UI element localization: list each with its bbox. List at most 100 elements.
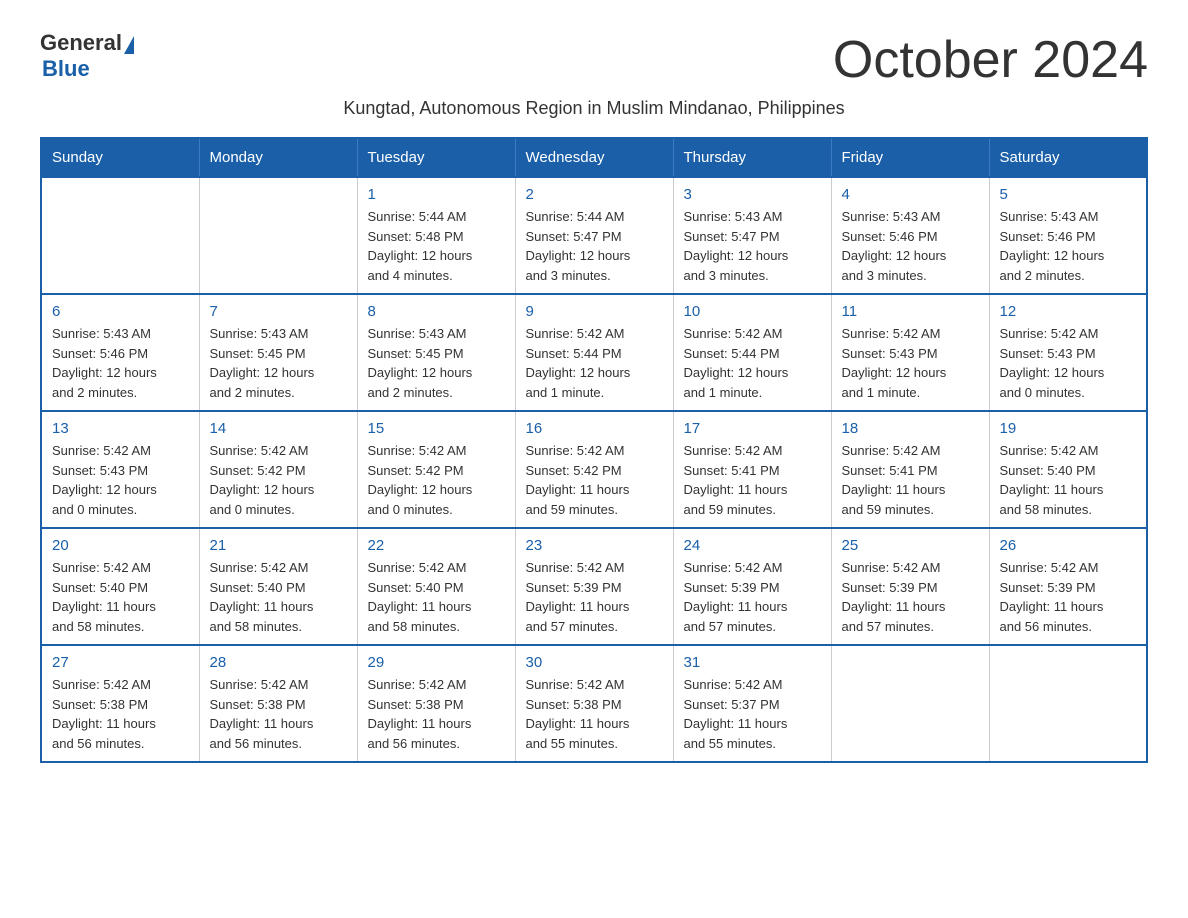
weekday-header-tuesday: Tuesday — [357, 138, 515, 177]
day-info: Sunrise: 5:42 AM Sunset: 5:38 PM Dayligh… — [368, 675, 505, 753]
day-info: Sunrise: 5:42 AM Sunset: 5:44 PM Dayligh… — [526, 324, 663, 402]
day-number: 6 — [52, 303, 189, 320]
calendar-cell: 14 Sunrise: 5:42 AM Sunset: 5:42 PM Dayli… — [199, 411, 357, 528]
calendar-cell: 24 Sunrise: 5:42 AM Sunset: 5:39 PM Dayli… — [673, 528, 831, 645]
day-number: 3 — [684, 186, 821, 203]
calendar-cell: 6 Sunrise: 5:43 AM Sunset: 5:46 PM Daylig… — [41, 294, 199, 411]
day-number: 13 — [52, 420, 189, 437]
calendar-week-5: 27Sunrise: 5:42 AM Sunset: 5:38 PM Dayli… — [41, 645, 1147, 762]
day-info: Sunrise: 5:42 AM Sunset: 5:38 PM Dayligh… — [52, 675, 189, 753]
day-info: Sunrise: 5:43 AM Sunset: 5:46 PM Dayligh… — [1000, 207, 1137, 285]
weekday-header-friday: Friday — [831, 138, 989, 177]
calendar-cell: 30 Sunrise: 5:42 AM Sunset: 5:38 PM Dayli… — [515, 645, 673, 762]
day-number: 25 — [842, 537, 979, 554]
day-info: Sunrise: 5:42 AM Sunset: 5:42 PM Dayligh… — [368, 441, 505, 519]
day-number: 11 — [842, 303, 979, 320]
day-info: Sunrise: 5:42 AM Sunset: 5:44 PM Dayligh… — [684, 324, 821, 402]
day-number: 10 — [684, 303, 821, 320]
calendar-cell — [989, 645, 1147, 762]
calendar-cell: 18Sunrise: 5:42 AM Sunset: 5:41 PM Dayli… — [831, 411, 989, 528]
day-info: Sunrise: 5:42 AM Sunset: 5:38 PM Dayligh… — [526, 675, 663, 753]
day-number: 2 — [526, 186, 663, 203]
calendar-cell: 26 Sunrise: 5:42 AM Sunset: 5:39 PM Dayli… — [989, 528, 1147, 645]
calendar-cell — [41, 177, 199, 294]
day-info: Sunrise: 5:42 AM Sunset: 5:43 PM Dayligh… — [52, 441, 189, 519]
day-number: 19 — [1000, 420, 1137, 437]
calendar-cell: 9 Sunrise: 5:42 AM Sunset: 5:44 PM Daylig… — [515, 294, 673, 411]
logo: General Blue — [40, 30, 134, 82]
day-info: Sunrise: 5:44 AM Sunset: 5:47 PM Dayligh… — [526, 207, 663, 285]
day-info: Sunrise: 5:42 AM Sunset: 5:38 PM Dayligh… — [210, 675, 347, 753]
day-number: 22 — [368, 537, 505, 554]
day-number: 9 — [526, 303, 663, 320]
day-info: Sunrise: 5:42 AM Sunset: 5:40 PM Dayligh… — [210, 558, 347, 636]
day-info: Sunrise: 5:43 AM Sunset: 5:46 PM Dayligh… — [52, 324, 189, 402]
logo-blue: Blue — [42, 56, 90, 82]
calendar-cell — [199, 177, 357, 294]
day-number: 5 — [1000, 186, 1137, 203]
calendar-cell: 13 Sunrise: 5:42 AM Sunset: 5:43 PM Dayli… — [41, 411, 199, 528]
calendar-cell: 20 Sunrise: 5:42 AM Sunset: 5:40 PM Dayli… — [41, 528, 199, 645]
calendar-cell: 17Sunrise: 5:42 AM Sunset: 5:41 PM Dayli… — [673, 411, 831, 528]
calendar-table: SundayMondayTuesdayWednesdayThursdayFrid… — [40, 137, 1148, 763]
logo-general: General — [40, 30, 122, 56]
day-info: Sunrise: 5:43 AM Sunset: 5:45 PM Dayligh… — [210, 324, 347, 402]
day-info: Sunrise: 5:42 AM Sunset: 5:42 PM Dayligh… — [210, 441, 347, 519]
calendar-cell: 27Sunrise: 5:42 AM Sunset: 5:38 PM Dayli… — [41, 645, 199, 762]
day-info: Sunrise: 5:42 AM Sunset: 5:43 PM Dayligh… — [1000, 324, 1137, 402]
calendar-cell: 21 Sunrise: 5:42 AM Sunset: 5:40 PM Dayli… — [199, 528, 357, 645]
day-number: 21 — [210, 537, 347, 554]
day-number: 15 — [368, 420, 505, 437]
calendar-cell: 31 Sunrise: 5:42 AM Sunset: 5:37 PM Dayli… — [673, 645, 831, 762]
calendar-cell: 29 Sunrise: 5:42 AM Sunset: 5:38 PM Dayli… — [357, 645, 515, 762]
weekday-header-thursday: Thursday — [673, 138, 831, 177]
day-number: 29 — [368, 654, 505, 671]
day-info: Sunrise: 5:42 AM Sunset: 5:39 PM Dayligh… — [526, 558, 663, 636]
day-info: Sunrise: 5:42 AM Sunset: 5:39 PM Dayligh… — [684, 558, 821, 636]
day-info: Sunrise: 5:43 AM Sunset: 5:46 PM Dayligh… — [842, 207, 979, 285]
weekday-header-saturday: Saturday — [989, 138, 1147, 177]
calendar-cell: 23 Sunrise: 5:42 AM Sunset: 5:39 PM Dayli… — [515, 528, 673, 645]
logo-triangle-icon — [124, 36, 134, 54]
day-info: Sunrise: 5:42 AM Sunset: 5:40 PM Dayligh… — [1000, 441, 1137, 519]
calendar-week-3: 13 Sunrise: 5:42 AM Sunset: 5:43 PM Dayli… — [41, 411, 1147, 528]
weekday-header-wednesday: Wednesday — [515, 138, 673, 177]
day-number: 26 — [1000, 537, 1137, 554]
day-info: Sunrise: 5:42 AM Sunset: 5:43 PM Dayligh… — [842, 324, 979, 402]
calendar-cell — [831, 645, 989, 762]
calendar-header-row: SundayMondayTuesdayWednesdayThursdayFrid… — [41, 138, 1147, 177]
calendar-week-1: 1Sunrise: 5:44 AM Sunset: 5:48 PM Daylig… — [41, 177, 1147, 294]
day-number: 18 — [842, 420, 979, 437]
day-number: 20 — [52, 537, 189, 554]
day-number: 23 — [526, 537, 663, 554]
day-number: 24 — [684, 537, 821, 554]
page-title: October 2024 — [833, 30, 1148, 90]
day-number: 28 — [210, 654, 347, 671]
day-number: 1 — [368, 186, 505, 203]
page-header: General Blue October 2024 — [40, 30, 1148, 90]
day-info: Sunrise: 5:43 AM Sunset: 5:45 PM Dayligh… — [368, 324, 505, 402]
day-number: 30 — [526, 654, 663, 671]
calendar-cell: 11 Sunrise: 5:42 AM Sunset: 5:43 PM Dayli… — [831, 294, 989, 411]
day-info: Sunrise: 5:42 AM Sunset: 5:40 PM Dayligh… — [368, 558, 505, 636]
calendar-cell: 12Sunrise: 5:42 AM Sunset: 5:43 PM Dayli… — [989, 294, 1147, 411]
day-info: Sunrise: 5:42 AM Sunset: 5:39 PM Dayligh… — [1000, 558, 1137, 636]
calendar-cell: 25 Sunrise: 5:42 AM Sunset: 5:39 PM Dayli… — [831, 528, 989, 645]
weekday-header-sunday: Sunday — [41, 138, 199, 177]
calendar-cell: 19 Sunrise: 5:42 AM Sunset: 5:40 PM Dayli… — [989, 411, 1147, 528]
day-info: Sunrise: 5:42 AM Sunset: 5:37 PM Dayligh… — [684, 675, 821, 753]
day-number: 14 — [210, 420, 347, 437]
calendar-cell: 22 Sunrise: 5:42 AM Sunset: 5:40 PM Dayli… — [357, 528, 515, 645]
calendar-cell: 1Sunrise: 5:44 AM Sunset: 5:48 PM Daylig… — [357, 177, 515, 294]
day-number: 8 — [368, 303, 505, 320]
calendar-cell: 15 Sunrise: 5:42 AM Sunset: 5:42 PM Dayli… — [357, 411, 515, 528]
day-info: Sunrise: 5:42 AM Sunset: 5:42 PM Dayligh… — [526, 441, 663, 519]
location-subtitle: Kungtad, Autonomous Region in Muslim Min… — [40, 98, 1148, 119]
day-info: Sunrise: 5:42 AM Sunset: 5:40 PM Dayligh… — [52, 558, 189, 636]
calendar-cell: 16Sunrise: 5:42 AM Sunset: 5:42 PM Dayli… — [515, 411, 673, 528]
day-number: 31 — [684, 654, 821, 671]
day-info: Sunrise: 5:42 AM Sunset: 5:41 PM Dayligh… — [684, 441, 821, 519]
day-info: Sunrise: 5:42 AM Sunset: 5:39 PM Dayligh… — [842, 558, 979, 636]
day-number: 4 — [842, 186, 979, 203]
calendar-week-4: 20 Sunrise: 5:42 AM Sunset: 5:40 PM Dayli… — [41, 528, 1147, 645]
